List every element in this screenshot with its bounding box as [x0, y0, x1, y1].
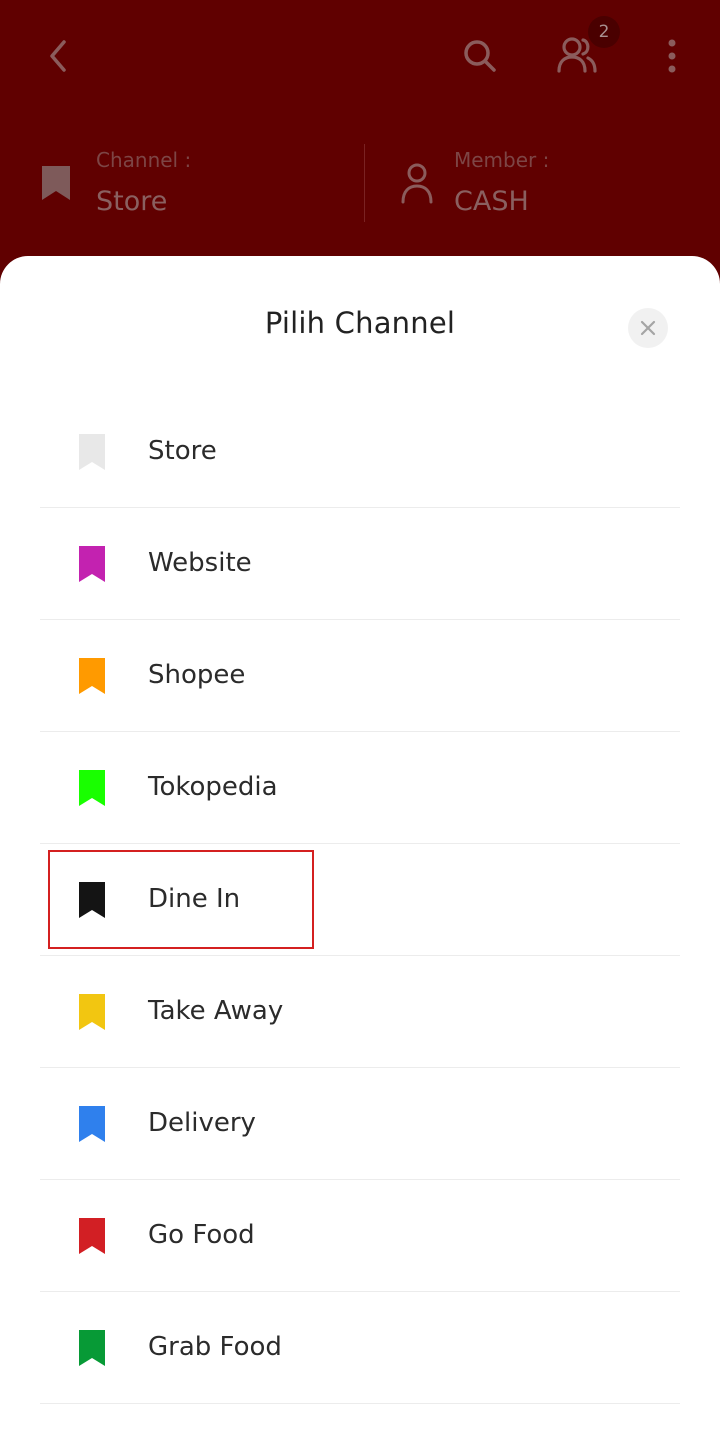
channel-item-label: Go Food: [148, 1220, 255, 1250]
bookmark-icon: [79, 434, 105, 470]
channel-item-delivery[interactable]: Delivery: [40, 1068, 680, 1180]
channel-item-grab-food[interactable]: Grab Food: [40, 1292, 680, 1404]
channel-list: Store Website Shopee Tokopedia Dine In T…: [40, 396, 680, 1404]
more-options-button[interactable]: [652, 32, 692, 80]
channel-item-label: Store: [148, 436, 217, 466]
bookmark-icon: [42, 166, 70, 200]
bookmark-icon: [79, 882, 105, 918]
bookmark-icon: [79, 994, 105, 1030]
channel-item-label: Take Away: [148, 996, 284, 1026]
channel-item-label: Dine In: [148, 884, 241, 914]
bookmark-icon: [79, 546, 105, 582]
channel-item-tokopedia[interactable]: Tokopedia: [40, 732, 680, 844]
channel-value: Store: [96, 186, 168, 217]
channel-info[interactable]: Channel : Store: [38, 140, 338, 230]
close-button[interactable]: [628, 308, 668, 348]
sheet-title: Pilih Channel: [264, 306, 456, 340]
member-label: Member :: [454, 148, 550, 172]
channel-picker-sheet: Pilih Channel Store Website Shopee Tokop…: [0, 256, 720, 1438]
bookmark-icon: [79, 658, 105, 694]
bookmark-icon: [79, 1106, 105, 1142]
member-info[interactable]: Member : CASH: [398, 140, 698, 230]
channel-item-label: Website: [148, 548, 252, 578]
channel-item-label: Shopee: [148, 660, 246, 690]
channel-item-shopee[interactable]: Shopee: [40, 620, 680, 732]
channel-item-label: Tokopedia: [148, 772, 278, 802]
member-value: CASH: [454, 186, 529, 217]
close-icon: [640, 320, 656, 336]
channel-label: Channel :: [96, 148, 192, 172]
search-icon: [464, 40, 496, 72]
channel-item-website[interactable]: Website: [40, 508, 680, 620]
channel-item-label: Grab Food: [148, 1332, 282, 1362]
channel-item-store[interactable]: Store: [40, 396, 680, 508]
back-icon: [50, 40, 66, 72]
channel-item-go-food[interactable]: Go Food: [40, 1180, 680, 1292]
back-button[interactable]: [36, 34, 80, 78]
bookmark-icon: [79, 1330, 105, 1366]
header-divider: [364, 144, 365, 222]
bookmark-icon: [79, 770, 105, 806]
bookmark-icon: [79, 1218, 105, 1254]
search-button[interactable]: [456, 32, 504, 80]
channel-item-label: Delivery: [148, 1108, 256, 1138]
member-count-badge: 2: [588, 16, 620, 48]
channel-item-take-away[interactable]: Take Away: [40, 956, 680, 1068]
channel-item-dine-in[interactable]: Dine In: [40, 844, 680, 956]
more-icon: [668, 39, 676, 73]
top-app-bar: 2 Channel : Store Member : CASH: [0, 0, 720, 290]
user-icon: [401, 163, 433, 204]
